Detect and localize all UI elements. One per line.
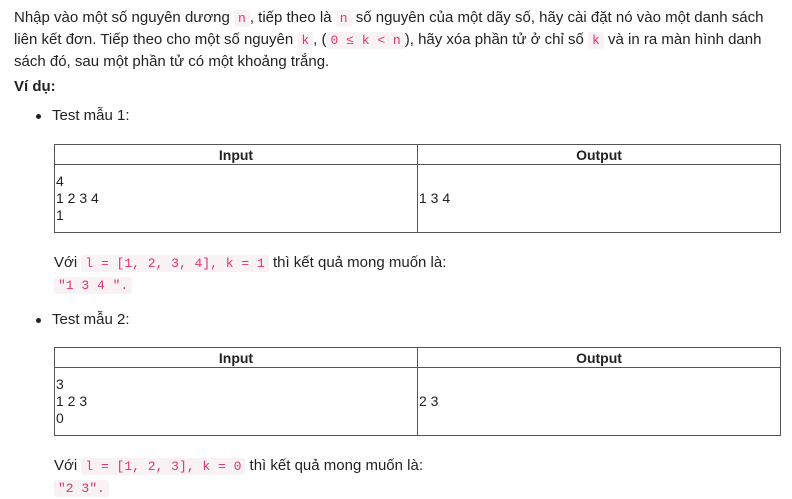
test-title: Test mẫu 2: bbox=[36, 309, 130, 330]
input-cell: 31 2 30 bbox=[54, 367, 418, 436]
input-cell: 41 2 3 41 bbox=[54, 164, 418, 233]
output-cell: 1 3 4 bbox=[417, 164, 781, 233]
output-cell: 2 3 bbox=[417, 367, 781, 436]
code-n: n bbox=[234, 10, 250, 27]
header-output: Output bbox=[417, 144, 781, 165]
header-input: Input bbox=[54, 347, 418, 368]
code-n: n bbox=[335, 10, 352, 27]
code-k: k bbox=[588, 32, 604, 49]
test-note: Với l = [1, 2, 3], k = 0 thì kết quả mon… bbox=[54, 457, 423, 497]
header-output: Output bbox=[417, 347, 781, 368]
problem-statement: Nhập vào một số nguyên dương n, tiếp the… bbox=[14, 9, 764, 70]
test-title: Test mẫu 1: bbox=[36, 105, 130, 126]
example-heading: Ví dụ: bbox=[14, 78, 56, 95]
test-table: Input Output 41 2 3 411 3 4 bbox=[54, 144, 781, 233]
code-k: k bbox=[297, 32, 314, 49]
header-input: Input bbox=[54, 144, 418, 165]
test-note: Với l = [1, 2, 3, 4], k = 1 thì kết quả … bbox=[54, 254, 447, 294]
code-condition: 0 ≤ k < n bbox=[326, 32, 405, 49]
test-table: Input Output 31 2 302 3 bbox=[54, 347, 781, 436]
